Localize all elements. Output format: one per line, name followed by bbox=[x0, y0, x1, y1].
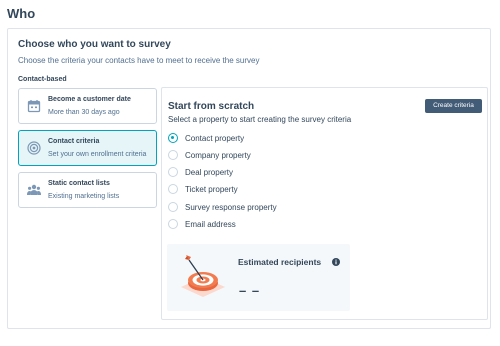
radio-button[interactable] bbox=[168, 150, 178, 160]
radio-button[interactable] bbox=[168, 167, 178, 177]
radio-button[interactable] bbox=[168, 184, 178, 194]
panel-title: Start from scratch bbox=[168, 101, 255, 112]
calendar-icon bbox=[27, 100, 41, 113]
panel-subtitle: Select a property to start creating the … bbox=[168, 115, 352, 124]
option-become-customer-date[interactable]: Become a customer date More than 30 days… bbox=[18, 88, 157, 124]
radio-label: Company property bbox=[185, 151, 251, 160]
radio-label: Ticket property bbox=[185, 185, 238, 194]
info-icon[interactable] bbox=[332, 258, 340, 266]
card-title: Choose who you want to survey bbox=[18, 39, 171, 50]
option-subtitle: Set your own enrollment criteria bbox=[48, 151, 147, 158]
card-subtitle: Choose the criteria your contacts have t… bbox=[18, 56, 260, 65]
radio-label: Survey response property bbox=[185, 203, 277, 212]
contacts-icon bbox=[27, 184, 41, 195]
option-contact-criteria[interactable]: Contact criteria Set your own enrollment… bbox=[18, 130, 157, 166]
target-icon bbox=[27, 141, 41, 155]
radio-button[interactable] bbox=[168, 219, 178, 229]
estimated-recipients-value: – – bbox=[239, 283, 261, 298]
estimated-recipients-title: Estimated recipients bbox=[238, 257, 322, 267]
option-title: Become a customer date bbox=[48, 96, 131, 103]
option-subtitle: More than 30 days ago bbox=[48, 109, 120, 116]
option-title: Static contact lists bbox=[48, 180, 110, 187]
page-title: Who bbox=[7, 6, 36, 21]
radio-label: Contact property bbox=[185, 134, 245, 143]
option-static-contact-lists[interactable]: Static contact lists Existing marketing … bbox=[18, 172, 157, 208]
target-dartboard-illustration bbox=[181, 255, 225, 297]
option-subtitle: Existing marketing lists bbox=[48, 193, 120, 200]
create-criteria-button[interactable]: Create criteria bbox=[425, 99, 482, 113]
radio-button[interactable] bbox=[168, 133, 178, 143]
section-label-contact-based: Contact-based bbox=[18, 76, 67, 83]
option-title: Contact criteria bbox=[48, 138, 100, 145]
radio-button[interactable] bbox=[168, 202, 178, 212]
radio-label: Deal property bbox=[185, 168, 234, 177]
radio-label: Email address bbox=[185, 220, 236, 229]
